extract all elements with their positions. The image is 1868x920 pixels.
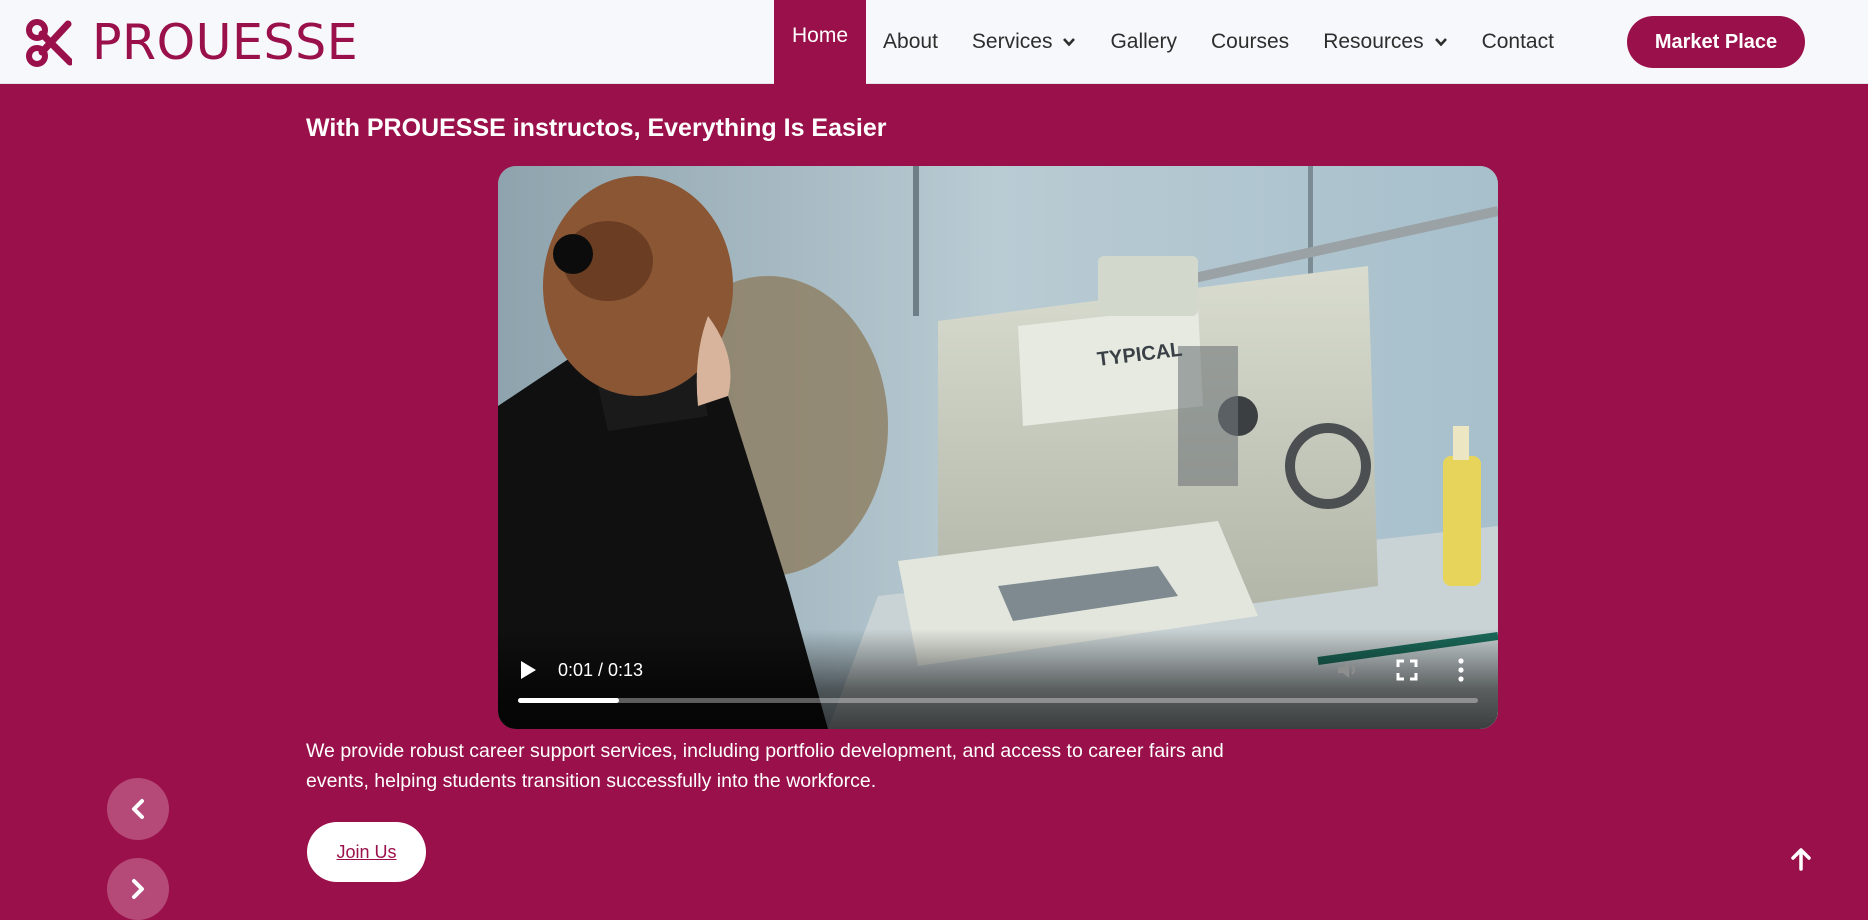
fullscreen-icon[interactable] [1396,659,1418,681]
main-nav: Home About Services Gallery Courses Reso… [774,0,1571,84]
section-description: We provide robust career support service… [306,740,1224,792]
chevron-down-icon [1434,38,1447,47]
nav-resources[interactable]: Resources [1306,0,1464,84]
video-controls: 0:01 / 0:13 [498,629,1498,729]
nav-gallery[interactable]: Gallery [1093,0,1194,84]
nav-resources-label: Resources [1323,30,1424,53]
slider-prev-button[interactable] [107,778,169,840]
volume-muted-icon[interactable] [1336,659,1360,681]
nav-gallery-label: Gallery [1110,30,1177,53]
video-progress-bar[interactable] [518,698,1478,703]
nav-home[interactable]: Home [774,0,867,84]
nav-about-label: About [883,30,938,53]
arrow-up-icon[interactable] [1788,846,1814,872]
section-headline: With PROUESSE instructos, Everything Is … [306,114,887,142]
play-icon[interactable] [518,659,538,681]
site-header: PROUESSE Home About Services Gallery Cou… [0,0,1868,84]
nav-contact[interactable]: Contact [1465,0,1571,84]
slider-next-button[interactable] [107,858,169,920]
chevron-right-icon [132,879,144,899]
nav-services-label: Services [971,30,1053,53]
nav-about[interactable]: About [866,0,955,84]
video-player[interactable]: TYPICAL 0:01 / 0:13 [498,166,1498,729]
nav-contact-label: Contact [1481,30,1554,53]
video-time: 0:01 / 0:13 [558,660,644,680]
chevron-left-icon [132,799,144,819]
brand-logo[interactable]: PROUESSE [26,16,358,70]
scissors-icon [26,19,72,67]
nav-services[interactable]: Services [955,0,1094,84]
join-us-button[interactable]: Join Us [307,822,426,882]
more-options-icon[interactable] [1456,657,1466,683]
nav-home-label: Home [792,24,849,47]
nav-courses-label: Courses [1210,30,1290,53]
video-progress-fill [518,698,619,703]
market-place-button[interactable]: Market Place [1627,16,1805,68]
brand-name: PROUESSE [92,14,359,71]
nav-courses[interactable]: Courses [1194,0,1306,84]
chevron-down-icon [1063,38,1076,47]
